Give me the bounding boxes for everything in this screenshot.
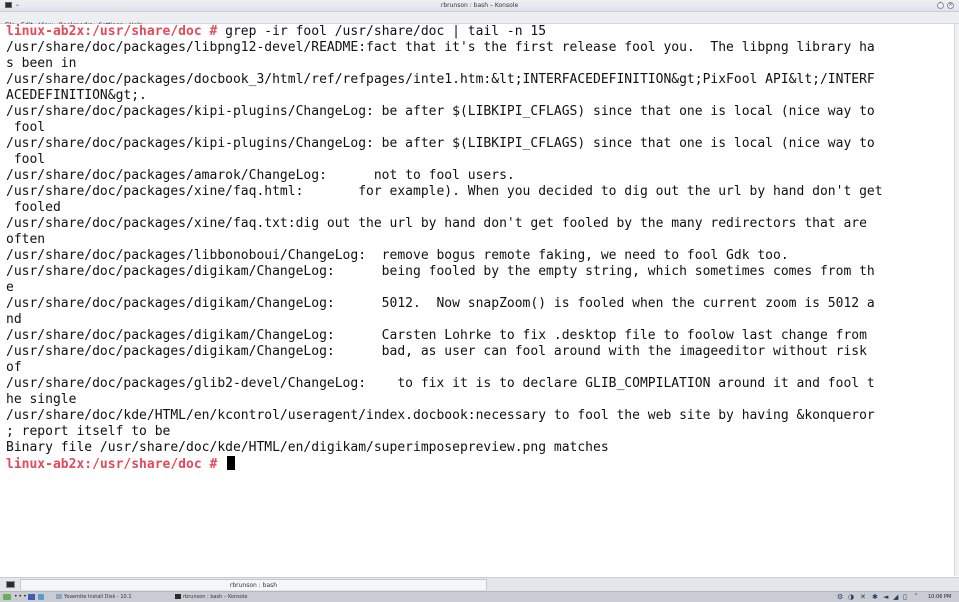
title-bar[interactable]: ⌄ rbrunson : bash – Konsole ˅ × xyxy=(0,0,959,12)
output-line: /usr/share/doc/kde/HTML/en/kcontrol/user… xyxy=(6,408,875,423)
output-line: /usr/share/doc/packages/digikam/ChangeLo… xyxy=(6,264,875,279)
terminal-output[interactable]: linux-ab2x:/usr/share/doc # grep -ir foo… xyxy=(0,24,954,576)
tab-session[interactable]: rbrunson : bash xyxy=(20,579,487,590)
show-desktop-icon[interactable] xyxy=(38,594,44,600)
output-line: /usr/share/doc/packages/kipi-plugins/Cha… xyxy=(6,104,875,119)
output-line: ACEDEFINITION&gt;. xyxy=(6,88,147,103)
output-line: /usr/share/doc/packages/xine/faq.html: f… xyxy=(6,184,883,199)
output-line: /usr/share/doc/packages/digikam/ChangeLo… xyxy=(6,344,867,359)
output-line: /usr/share/doc/packages/amarok/ChangeLog… xyxy=(6,168,515,183)
output-line: /usr/share/doc/packages/digikam/ChangeLo… xyxy=(6,296,875,311)
command-text: grep -ir fool /usr/share/doc | tail -n 1… xyxy=(217,24,547,39)
output-line: /usr/share/doc/packages/libpng12-devel/R… xyxy=(6,40,875,55)
konsole-icon xyxy=(175,594,181,599)
output-line: ; report itself to be xyxy=(6,424,171,439)
output-line: he single xyxy=(6,392,77,407)
minimize-icon[interactable]: ˅ xyxy=(937,2,944,9)
disk-icon xyxy=(56,594,62,599)
command-line: linux-ab2x:/usr/share/doc # grep -ir foo… xyxy=(6,24,546,40)
output-line: /usr/share/doc/packages/xine/faq.txt:dig… xyxy=(6,216,867,231)
output-line: often xyxy=(6,232,46,247)
output-line: /usr/share/doc/packages/docbook_3/html/r… xyxy=(6,72,875,87)
activities-dots-icon[interactable]: ••• xyxy=(14,592,28,601)
menu-bar: FileEditViewBookmarksSettingsHelp xyxy=(0,12,959,29)
output-line: /usr/share/doc/packages/digikam/ChangeLo… xyxy=(6,328,867,343)
output-line: of xyxy=(6,360,22,375)
output-line: /usr/share/doc/packages/kipi-plugins/Cha… xyxy=(6,136,875,151)
taskbar: ••• Yosemite Install Disk - 10.1 rbrunso… xyxy=(0,591,959,602)
new-tab-icon[interactable] xyxy=(6,581,15,588)
output-line: /usr/share/doc/packages/glib2-devel/Chan… xyxy=(6,376,875,391)
close-icon[interactable]: × xyxy=(947,2,954,9)
output-line: fool xyxy=(6,152,46,167)
shell-prompt: linux-ab2x:/usr/share/doc # xyxy=(6,24,218,39)
pager-icon[interactable] xyxy=(28,594,35,600)
output-line: Binary file /usr/share/doc/kde/HTML/en/d… xyxy=(6,440,609,455)
konsole-window: ⌄ rbrunson : bash – Konsole ˅ × FileEdit… xyxy=(0,0,959,602)
text-cursor xyxy=(227,456,236,470)
output-line: e xyxy=(6,280,14,295)
tab-bar: rbrunson : bash xyxy=(0,577,959,591)
output-line: fooled xyxy=(6,200,61,215)
kickoff-menu-icon[interactable] xyxy=(3,594,11,600)
output-line: /usr/share/doc/packages/libbonoboui/Chan… xyxy=(6,248,789,263)
window-title: rbrunson : bash – Konsole xyxy=(440,2,519,9)
shell-prompt: linux-ab2x:/usr/share/doc # xyxy=(6,457,218,472)
current-prompt-line[interactable]: linux-ab2x:/usr/share/doc # xyxy=(6,456,236,472)
output-line: s been in xyxy=(6,56,77,71)
terminal-scrollbar[interactable] xyxy=(954,24,959,576)
output-line: nd xyxy=(6,312,22,327)
output-line: fool xyxy=(6,120,46,135)
